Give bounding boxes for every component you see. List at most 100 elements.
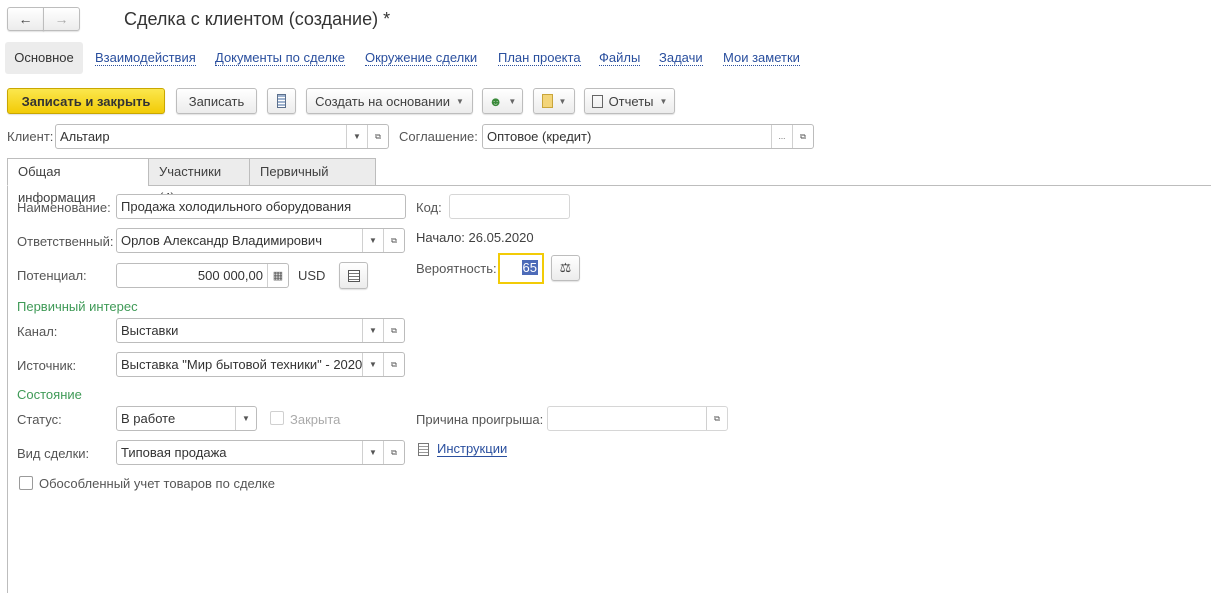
list-icon xyxy=(277,94,286,108)
responsible-field[interactable]: Орлов Александр Владимирович ▼ ⧉ xyxy=(116,228,405,253)
probability-scale-button[interactable]: ⚖ xyxy=(551,255,580,281)
potential-label: Потенциал: xyxy=(17,268,87,283)
open-icon[interactable]: ⧉ xyxy=(792,125,813,148)
responsible-label: Ответственный: xyxy=(17,234,114,249)
chevron-down-icon: ▼ xyxy=(508,96,517,106)
channel-label: Канал: xyxy=(17,324,58,339)
back-button[interactable]: ← xyxy=(7,7,44,31)
currency-label: USD xyxy=(298,268,326,283)
save-and-close-label: Записать и закрыть xyxy=(21,93,151,109)
agreement-field[interactable]: Оптовое (кредит)... ⧉ xyxy=(482,124,814,149)
save-and-close-button[interactable]: Записать и закрыть xyxy=(7,88,165,114)
agreement-label: Соглашение: xyxy=(399,129,478,144)
save-label: Записать xyxy=(188,93,245,109)
document-clock-icon xyxy=(541,94,553,108)
tab-primary-demand[interactable]: Первичный спрос xyxy=(249,158,376,205)
source-label: Источник: xyxy=(17,358,77,373)
client-label: Клиент: xyxy=(7,129,54,144)
deal-type-value[interactable]: Типовая продажа xyxy=(117,441,362,464)
dropdown-icon[interactable]: ▼ xyxy=(235,407,256,430)
channel-value[interactable]: Выставки xyxy=(117,319,362,342)
document-time-button[interactable]: ▼ xyxy=(533,88,575,114)
deal-type-field[interactable]: Типовая продажа ▼ ⧉ xyxy=(116,440,405,465)
code-value[interactable] xyxy=(450,195,569,218)
chevron-down-icon: ▼ xyxy=(558,96,567,106)
dropdown-icon[interactable]: ▼ xyxy=(346,125,367,148)
table-icon xyxy=(347,269,360,282)
section-project-plan[interactable]: План проекта xyxy=(498,51,581,66)
section-interactions[interactable]: Взаимодействия xyxy=(95,51,196,66)
open-icon[interactable]: ⧉ xyxy=(383,319,404,342)
reports-label: Отчеты xyxy=(608,93,654,109)
open-icon[interactable]: ⧉ xyxy=(706,407,727,430)
arrow-right-icon: → xyxy=(54,11,69,27)
section-deal-documents[interactable]: Документы по сделке xyxy=(215,51,346,66)
code-label: Код: xyxy=(416,200,442,215)
loss-reason-field[interactable]: ⧉ xyxy=(547,406,728,431)
potential-details-button[interactable] xyxy=(339,262,368,289)
section-deal-environment[interactable]: Окружение сделки xyxy=(365,51,478,66)
closed-checkbox[interactable] xyxy=(270,411,284,425)
separate-accounting-label: Обособленный учет товаров по сделке xyxy=(39,476,275,491)
source-value[interactable]: Выставка "Мир бытовой техники" - 2020 xyxy=(117,353,362,376)
save-button[interactable]: Записать xyxy=(176,88,257,114)
status-label: Статус: xyxy=(17,412,62,427)
loss-reason-label: Причина проигрыша: xyxy=(416,412,544,427)
tab-participants[interactable]: Участники (4) xyxy=(148,158,250,205)
section-my-notes[interactable]: Мои заметки xyxy=(723,51,800,66)
dropdown-icon[interactable]: ▼ xyxy=(362,441,383,464)
name-field[interactable]: Продажа холодильного оборудования xyxy=(116,194,406,219)
open-icon[interactable]: ⧉ xyxy=(383,353,404,376)
open-icon[interactable]: ⧉ xyxy=(383,229,404,252)
deal-type-label: Вид сделки: xyxy=(17,446,90,461)
tab-panel-border xyxy=(7,185,8,593)
closed-label: Закрыта xyxy=(290,412,341,427)
start-date: Начало: 26.05.2020 xyxy=(416,230,534,245)
source-field[interactable]: Выставка "Мир бытовой техники" - 2020 ▼ ⧉ xyxy=(116,352,405,377)
open-icon[interactable]: ⧉ xyxy=(383,441,404,464)
calculator-icon[interactable]: ▦ xyxy=(267,264,288,287)
client-field[interactable]: Альтаир ▼ ⧉ xyxy=(55,124,389,149)
arrow-left-icon: ← xyxy=(18,11,33,27)
tab-general-info[interactable]: Общая информация xyxy=(7,158,149,205)
agreement-value[interactable]: Оптовое (кредит) xyxy=(483,125,771,148)
page-title: Сделка с клиентом (создание) * xyxy=(124,9,391,29)
select-button[interactable]: ... xyxy=(771,125,792,148)
separate-accounting-checkbox[interactable] xyxy=(19,476,33,490)
name-value[interactable]: Продажа холодильного оборудования xyxy=(117,195,405,218)
primary-interest-heading: Первичный интерес xyxy=(17,299,138,314)
potential-value[interactable]: 500 000,00 xyxy=(117,264,267,287)
dropdown-icon[interactable]: ▼ xyxy=(362,229,383,252)
probability-field[interactable]: 65 xyxy=(498,253,544,284)
dropdown-icon[interactable]: ▼ xyxy=(362,319,383,342)
dropdown-icon[interactable]: ▼ xyxy=(362,353,383,376)
open-icon[interactable]: ⧉ xyxy=(367,125,388,148)
document-icon xyxy=(418,443,429,456)
section-basic[interactable]: Основное xyxy=(5,42,83,74)
instructions-link[interactable]: Инструкции xyxy=(437,442,508,457)
code-field[interactable] xyxy=(449,194,570,219)
scales-icon: ⚖ xyxy=(559,260,572,275)
participants-button[interactable]: ☻ ▼ xyxy=(482,88,523,114)
list-button[interactable] xyxy=(267,88,296,114)
probability-label: Вероятность: xyxy=(416,261,497,276)
reports-button[interactable]: Отчеты ▼ xyxy=(584,88,675,114)
potential-field[interactable]: 500 000,00 ▦ xyxy=(116,263,289,288)
status-field[interactable]: В работе ▼ xyxy=(116,406,257,431)
create-based-on-label: Создать на основании xyxy=(315,93,450,109)
create-based-on-button[interactable]: Создать на основании ▼ xyxy=(306,88,473,114)
channel-field[interactable]: Выставки ▼ ⧉ xyxy=(116,318,405,343)
status-value[interactable]: В работе xyxy=(117,407,235,430)
section-tasks[interactable]: Задачи xyxy=(659,51,703,66)
client-value[interactable]: Альтаир xyxy=(56,125,346,148)
chevron-down-icon: ▼ xyxy=(659,96,668,106)
probability-value[interactable]: 65 xyxy=(521,260,538,275)
responsible-value[interactable]: Орлов Александр Владимирович xyxy=(117,229,362,252)
state-heading: Состояние xyxy=(17,387,82,402)
forward-button[interactable]: → xyxy=(43,7,80,31)
chevron-down-icon: ▼ xyxy=(455,96,464,106)
loss-reason-value[interactable] xyxy=(548,407,706,430)
report-icon xyxy=(591,94,603,108)
section-files[interactable]: Файлы xyxy=(599,51,641,66)
users-add-icon: ☻ xyxy=(488,93,503,109)
